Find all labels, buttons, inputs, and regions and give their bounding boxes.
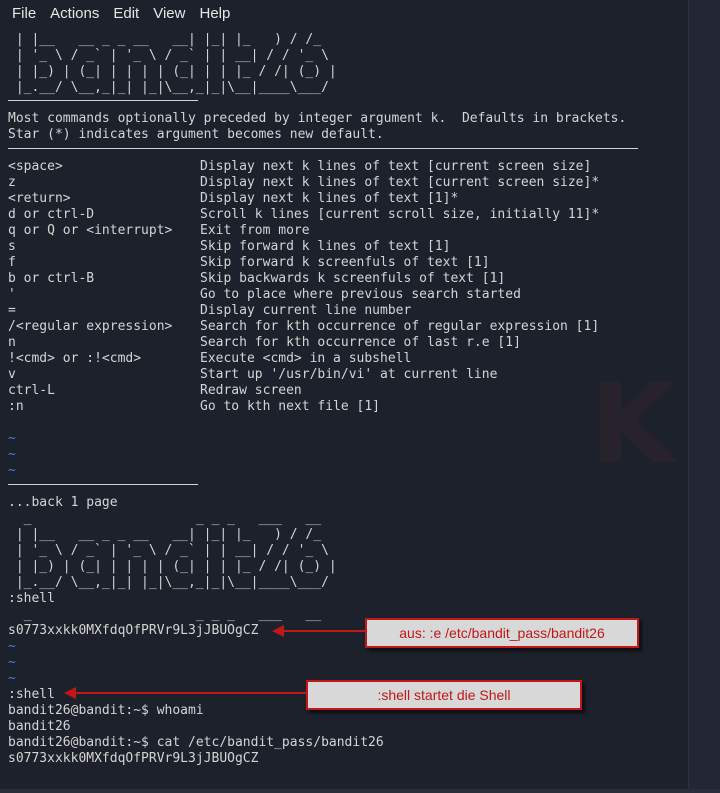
shell-command: :shell	[8, 687, 55, 702]
banner-mid-line: |_.__/ \__,_|_| |_|\__,_|_|\__|____\___/	[8, 575, 329, 590]
command-key: z	[8, 175, 16, 190]
banner-top-line: |_.__/ \__,_|_| |_|\__,_|_|\__|____\___/	[8, 80, 329, 95]
command-description: Skip backwards k screenfuls of text [1]	[200, 271, 506, 286]
menu-edit[interactable]: Edit	[106, 0, 146, 27]
menu-help[interactable]: Help	[192, 0, 237, 27]
command-key: :n	[8, 399, 24, 414]
banner-mid-line: | |__ __ _ _ __ __| |_| |_ ) / /_	[8, 527, 322, 542]
banner-mid-line: _ _ _ _ ___ __	[8, 511, 322, 526]
command-description: Display next k lines of text [current sc…	[200, 159, 592, 174]
command-row: ' Go to place where previous search start…	[8, 287, 678, 303]
command-row: n Search for kth occurrence of last r.e […	[8, 335, 678, 351]
command-row: q or Q or <interrupt> Exit from more	[8, 223, 678, 239]
command-row: b or ctrl-B Skip backwards k screenfuls o…	[8, 271, 678, 287]
tilde-marker: ~	[8, 447, 16, 462]
tilde-marker: ~	[8, 655, 16, 670]
banner-mid-line: | '_ \ / _` | '_ \ / _` | | __| / / '_ \	[8, 543, 329, 558]
command-description: Display next k lines of text [1]*	[200, 191, 459, 206]
banner-top-line: | |_) | (_| | | | | (_| | | |_ / /| (_) …	[8, 64, 337, 79]
session-line: bandit26@bandit:~$ whoami	[8, 703, 204, 718]
menu-view[interactable]: View	[146, 0, 192, 27]
command-key: b or ctrl-B	[8, 271, 95, 286]
divider	[8, 100, 198, 101]
command-description: Scroll k lines [current scroll size, ini…	[200, 207, 600, 222]
divider	[8, 484, 198, 485]
command-key: n	[8, 335, 16, 350]
session-line: bandit26	[8, 719, 71, 734]
back-page-line: ...back 1 page	[8, 495, 118, 510]
command-description: Go to kth next file [1]	[200, 399, 381, 414]
command-key: f	[8, 255, 16, 270]
command-key: =	[8, 303, 16, 318]
command-description: Skip forward k screenfuls of text [1]	[200, 255, 490, 270]
shell-command: :shell	[8, 591, 55, 606]
command-key: <space>	[8, 159, 63, 174]
command-row: <return> Display next k lines of text [1]…	[8, 191, 678, 207]
banner-mid-line: | |_) | (_| | | | | (_| | | |_ / /| (_) …	[8, 559, 337, 574]
command-key: d or ctrl-D	[8, 207, 95, 222]
intro-line: Most commands optionally preceded by int…	[8, 111, 627, 126]
command-row: s Skip forward k lines of text [1]	[8, 239, 678, 255]
command-row: :n Go to kth next file [1]	[8, 399, 678, 415]
command-row: z Display next k lines of text [current s…	[8, 175, 678, 191]
banner-partial-line: _ _ _ _ ___ __	[8, 607, 322, 622]
command-description: Search for kth occurrence of regular exp…	[200, 319, 600, 334]
annotation-callout-shell: :shell startet die Shell	[306, 680, 582, 710]
terminal-output[interactable]: | |__ __ _ _ __ __| |_| |_ ) / /_ | '_ \…	[0, 27, 688, 789]
menu-actions[interactable]: Actions	[43, 0, 106, 27]
command-key: /<regular expression>	[8, 319, 173, 334]
command-key: s	[8, 239, 16, 254]
command-description: Execute <cmd> in a subshell	[200, 351, 412, 366]
menu-file[interactable]: File	[0, 0, 43, 27]
command-row: f Skip forward k screenfuls of text [1]	[8, 255, 678, 271]
command-row: d or ctrl-D Scroll k lines [current scrol…	[8, 207, 678, 223]
command-row: /<regular expression> Search for kth occu…	[8, 319, 678, 335]
tilde-marker: ~	[8, 671, 16, 686]
session-line: s0773xxkk0MXfdqOfPRVr9L3jJBUOgCZ	[8, 751, 259, 766]
command-key: <return>	[8, 191, 71, 206]
command-row: !<cmd> or :!<cmd> Execute <cmd> in a subs…	[8, 351, 678, 367]
banner-top-line: | '_ \ / _` | '_ \ / _` | | __| / / '_ \	[8, 48, 329, 63]
command-description: Display next k lines of text [current sc…	[200, 175, 600, 190]
command-row: <space> Display next k lines of text [cur…	[8, 159, 678, 175]
tilde-marker: ~	[8, 431, 16, 446]
banner-top-line: | |__ __ _ _ __ __| |_| |_ ) / /_	[8, 32, 322, 47]
menu-bar: File Actions Edit View Help	[0, 0, 688, 27]
password-line: s0773xxkk0MXfdqOfPRVr9L3jJBUOgCZ	[8, 623, 259, 638]
scrollbar[interactable]	[688, 0, 720, 793]
command-description: Redraw screen	[200, 383, 302, 398]
command-key: v	[8, 367, 16, 382]
divider	[8, 148, 638, 149]
tilde-marker: ~	[8, 463, 16, 478]
command-description: Start up '/usr/bin/vi' at current line	[200, 367, 498, 382]
window-bottom-border	[0, 789, 720, 793]
command-row: ctrl-L Redraw screen	[8, 383, 678, 399]
command-key: !<cmd> or :!<cmd>	[8, 351, 142, 366]
command-key: q or Q or <interrupt>	[8, 223, 173, 238]
command-description: Display current line number	[200, 303, 412, 318]
command-key: ctrl-L	[8, 383, 55, 398]
command-key: '	[8, 287, 16, 302]
intro-line: Star (*) indicates argument becomes new …	[8, 127, 384, 142]
command-description: Go to place where previous search starte…	[200, 287, 521, 302]
session-line: bandit26@bandit:~$ cat /etc/bandit_pass/…	[8, 735, 384, 750]
command-description: Exit from more	[200, 223, 310, 238]
command-description: Search for kth occurrence of last r.e [1…	[200, 335, 521, 350]
tilde-marker: ~	[8, 639, 16, 654]
command-row: v Start up '/usr/bin/vi' at current line	[8, 367, 678, 383]
command-row: = Display current line number	[8, 303, 678, 319]
annotation-callout-password: aus: :e /etc/bandit_pass/bandit26	[365, 618, 639, 648]
command-description: Skip forward k lines of text [1]	[200, 239, 451, 254]
